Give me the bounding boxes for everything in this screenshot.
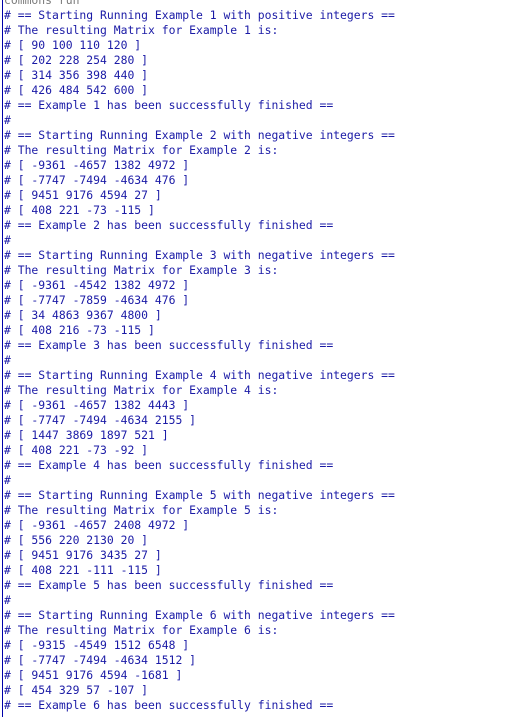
console-line: # [ 408 221 -111 -115 ] xyxy=(4,563,162,577)
console-line: # The resulting Matrix for Example 3 is: xyxy=(4,263,279,277)
console-line: # [ 34 4863 9367 4800 ] xyxy=(4,308,162,322)
console-line: # [ -7747 -7859 -4634 476 ] xyxy=(4,293,190,307)
console-line: # [ -9361 -4657 1382 4972 ] xyxy=(4,158,190,172)
console-line: # == Example 3 has been successfully fin… xyxy=(4,338,334,352)
gutter-line xyxy=(2,0,3,717)
console-line: # [ 556 220 2130 20 ] xyxy=(4,533,149,547)
console-line: # [ -7747 -7494 -4634 1512 ] xyxy=(4,653,197,667)
console-line: # xyxy=(4,113,11,127)
console-line: # The resulting Matrix for Example 4 is: xyxy=(4,383,279,397)
console-line: # xyxy=(4,473,11,487)
console-line: # == Example 2 has been successfully fin… xyxy=(4,218,334,232)
console-line: # The resulting Matrix for Example 1 is: xyxy=(4,23,279,37)
console-line: # [ -9361 -4657 1382 4443 ] xyxy=(4,398,190,412)
console-line: # == Starting Running Example 4 with neg… xyxy=(4,368,395,382)
console-line: # The resulting Matrix for Example 5 is: xyxy=(4,503,279,517)
console-header-line: commons run xyxy=(4,0,80,7)
console-line: # [ 90 100 110 120 ] xyxy=(4,38,142,52)
console-lines: commons run # == Starting Running Example… xyxy=(4,0,395,713)
console-line: # [ 408 216 -73 -115 ] xyxy=(4,323,155,337)
console-line: # [ 9451 9176 3435 27 ] xyxy=(4,548,162,562)
console-line: # == Example 6 has been successfully fin… xyxy=(4,698,334,712)
console-line: # == Example 4 has been successfully fin… xyxy=(4,458,334,472)
console-line: # [ 314 356 398 440 ] xyxy=(4,68,149,82)
console-line: # [ -9315 -4549 1512 6548 ] xyxy=(4,638,190,652)
console-line: # [ 9451 9176 4594 -1681 ] xyxy=(4,668,183,682)
console-line: # == Starting Running Example 2 with neg… xyxy=(4,128,395,142)
console-line: # xyxy=(4,353,11,367)
console-line: # [ -9361 -4542 1382 4972 ] xyxy=(4,278,190,292)
console-line: # == Starting Running Example 5 with neg… xyxy=(4,488,395,502)
console-line: # [ 426 484 542 600 ] xyxy=(4,83,149,97)
console-line: # [ -9361 -4657 2408 4972 ] xyxy=(4,518,190,532)
console-line: # [ 202 228 254 280 ] xyxy=(4,53,149,67)
console-line: # [ 408 221 -73 -92 ] xyxy=(4,443,149,457)
console-line: # [ 1447 3869 1897 521 ] xyxy=(4,428,169,442)
console-line: # [ 408 221 -73 -115 ] xyxy=(4,203,155,217)
console-line: # The resulting Matrix for Example 6 is: xyxy=(4,623,279,637)
console-line: # [ 454 329 57 -107 ] xyxy=(4,683,149,697)
console-line: # [ -7747 -7494 -4634 476 ] xyxy=(4,173,190,187)
console-line: # == Example 1 has been successfully fin… xyxy=(4,98,334,112)
console-line: # == Starting Running Example 1 with pos… xyxy=(4,8,395,22)
console-line: # The resulting Matrix for Example 2 is: xyxy=(4,143,279,157)
console-output: commons run # == Starting Running Example… xyxy=(0,0,528,717)
console-line: # == Starting Running Example 3 with neg… xyxy=(4,248,395,262)
console-line: # [ -7747 -7494 -4634 2155 ] xyxy=(4,413,197,427)
console-line: # [ 9451 9176 4594 27 ] xyxy=(4,188,162,202)
console-line: # == Example 5 has been successfully fin… xyxy=(4,578,334,592)
console-line: # xyxy=(4,233,11,247)
console-line: # xyxy=(4,593,11,607)
console-line: # == Starting Running Example 6 with neg… xyxy=(4,608,395,622)
